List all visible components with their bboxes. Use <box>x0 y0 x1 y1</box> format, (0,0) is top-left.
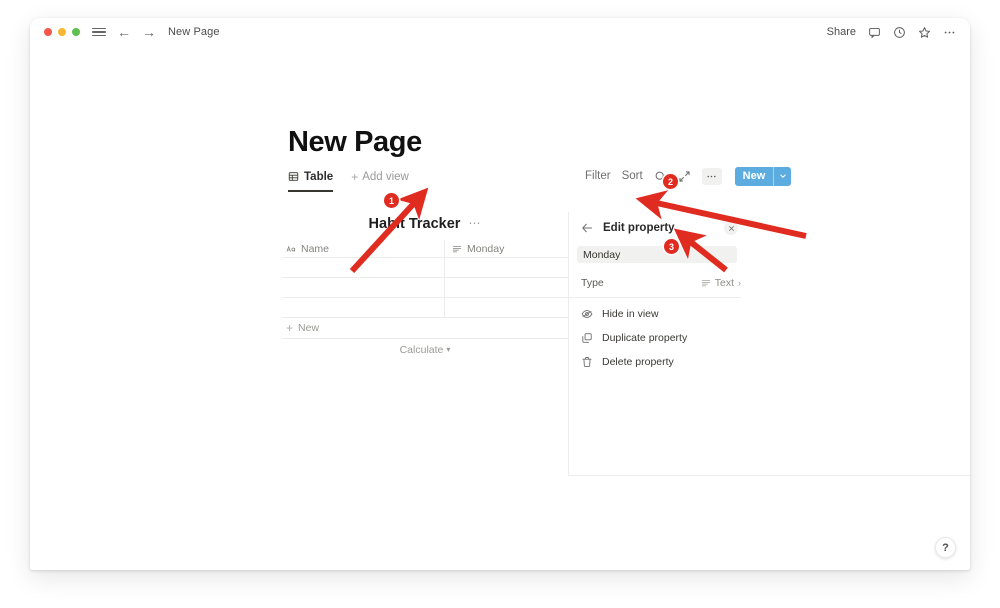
ellipsis-glyph <box>707 175 716 177</box>
star-icon[interactable] <box>918 26 931 39</box>
hide-in-view-menu-item[interactable]: Hide in view <box>569 305 970 322</box>
minimize-window-button[interactable] <box>58 28 66 36</box>
property-type-label: Type <box>581 277 604 289</box>
column-header-monday-label: Monday <box>467 242 505 255</box>
property-type-value[interactable]: Text › <box>701 277 741 289</box>
property-type-value-label: Text <box>714 277 734 289</box>
cell-monday[interactable] <box>444 278 568 298</box>
calculate-footer[interactable]: Calculate ▾ <box>282 339 568 361</box>
new-record-label: New <box>742 170 766 182</box>
plus-icon: + <box>351 169 359 184</box>
property-name-input[interactable]: Monday <box>577 246 737 263</box>
table-header-row: Name Monday <box>282 239 568 258</box>
maximize-window-button[interactable] <box>72 28 80 36</box>
title-aa-icon <box>286 245 296 252</box>
database-more-options-icon[interactable] <box>701 167 722 185</box>
page-content: New Page Table + Add view Filter Sort Ne… <box>30 46 970 570</box>
popup-divider <box>569 297 741 298</box>
database-title[interactable]: Habit Tracker <box>369 216 461 232</box>
more-options-icon[interactable] <box>943 26 956 39</box>
calculate-label: Calculate <box>399 344 444 356</box>
chevron-right-icon: › <box>738 277 741 288</box>
cell-monday[interactable] <box>444 298 568 318</box>
property-type-row[interactable]: Type Text › <box>569 269 741 297</box>
column-header-name[interactable]: Name <box>282 240 444 258</box>
tab-table-label: Table <box>304 170 334 183</box>
cell-name[interactable] <box>282 278 444 298</box>
arrow-left-icon[interactable] <box>581 222 603 234</box>
trash-icon <box>581 356 593 368</box>
delete-property-menu-item[interactable]: Delete property <box>569 353 970 370</box>
back-arrow-icon[interactable]: ← <box>117 25 131 39</box>
share-button[interactable]: Share <box>827 26 856 38</box>
annotation-badge-1: 1 <box>384 193 399 208</box>
chevron-down-icon[interactable] <box>774 167 791 186</box>
database-title-menu-icon[interactable]: ⋯ <box>468 217 481 229</box>
annotation-badge-3: 3 <box>664 239 679 254</box>
tab-table[interactable]: Table <box>288 165 337 192</box>
navigation-arrows: ← → <box>117 25 156 39</box>
database-table: Name Monday + New Calculate ▾ <box>282 239 568 361</box>
screenshot-root: ← → New Page Share New Page Table + Add … <box>0 0 1000 608</box>
filter-button[interactable]: Filter <box>585 170 611 182</box>
delete-property-label: Delete property <box>602 355 674 368</box>
database-block: Habit Tracker ⋯ Name Monday + New Calcul… <box>282 212 568 361</box>
history-clock-icon[interactable] <box>893 26 906 39</box>
forward-arrow-icon[interactable]: → <box>142 25 156 39</box>
table-row[interactable] <box>282 278 568 298</box>
cell-monday[interactable] <box>444 258 568 278</box>
eye-hidden-icon <box>581 308 593 320</box>
new-record-button[interactable]: New <box>734 166 792 186</box>
chevron-down-icon: ▾ <box>446 345 451 354</box>
plus-icon: + <box>286 321 294 335</box>
comment-icon[interactable] <box>868 26 881 39</box>
edit-property-panel: Edit property Monday Type Text › Hide in… <box>568 212 970 476</box>
hamburger-menu-icon[interactable] <box>92 25 106 39</box>
table-row[interactable] <box>282 298 568 318</box>
add-new-row-button[interactable]: + New <box>282 318 568 339</box>
window-titlebar: ← → New Page Share <box>30 18 970 46</box>
window-traffic-lights <box>44 28 80 36</box>
breadcrumb-page-title[interactable]: New Page <box>168 26 220 38</box>
cell-name[interactable] <box>282 258 444 278</box>
duplicate-property-label: Duplicate property <box>602 331 688 344</box>
database-title-row: Habit Tracker ⋯ <box>282 212 568 236</box>
add-view-button[interactable]: + Add view <box>351 171 409 183</box>
page-title[interactable]: New Page <box>288 126 422 159</box>
expand-arrows-icon[interactable] <box>678 170 691 183</box>
column-header-name-label: Name <box>301 242 330 255</box>
cell-name[interactable] <box>282 298 444 318</box>
annotation-badge-2: 2 <box>663 174 678 189</box>
column-header-monday[interactable]: Monday <box>444 239 568 258</box>
add-new-row-label: New <box>298 322 320 334</box>
add-view-label: Add view <box>362 170 409 183</box>
table-row[interactable] <box>282 258 568 278</box>
edit-property-header: Edit property <box>569 212 970 244</box>
duplicate-property-menu-item[interactable]: Duplicate property <box>569 329 970 346</box>
help-button[interactable]: ? <box>935 537 956 558</box>
text-lines-icon <box>452 245 462 252</box>
sort-button[interactable]: Sort <box>622 170 643 182</box>
edit-property-title: Edit property <box>603 222 675 234</box>
close-window-button[interactable] <box>44 28 52 36</box>
tab-active-underline <box>288 190 334 192</box>
table-grid-icon <box>288 172 299 181</box>
close-icon[interactable] <box>724 221 738 235</box>
duplicate-copy-icon <box>581 332 593 344</box>
titlebar-actions: Share <box>827 18 956 46</box>
app-window: ← → New Page Share New Page Table + Add … <box>30 18 970 570</box>
text-lines-icon <box>701 280 710 287</box>
database-toolbar: Filter Sort New <box>585 164 792 188</box>
hide-in-view-label: Hide in view <box>602 307 659 320</box>
